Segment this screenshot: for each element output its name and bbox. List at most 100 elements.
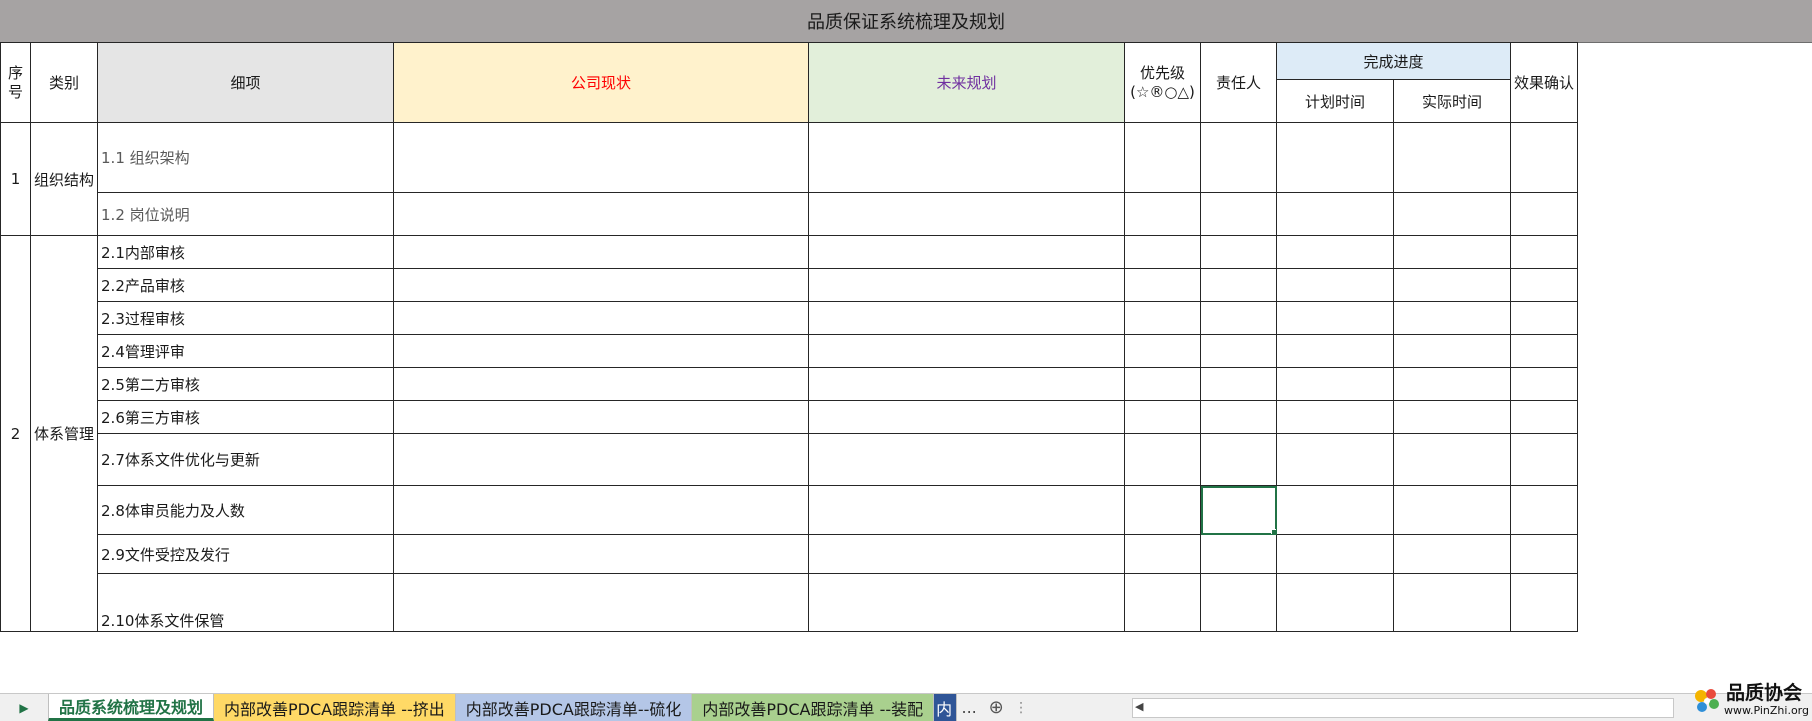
effect-cell[interactable]	[1510, 367, 1579, 401]
plan-time-cell[interactable]	[1276, 192, 1395, 236]
sheet-title[interactable]: 品质保证系统梳理及规划	[0, 0, 1812, 43]
effect-cell[interactable]	[1510, 235, 1579, 269]
effect-cell[interactable]	[1510, 122, 1579, 193]
group-seq[interactable]: 1	[0, 122, 31, 236]
plan-time-cell[interactable]	[1276, 400, 1395, 434]
group-category[interactable]: 体系管理	[29, 235, 99, 632]
detail-cell[interactable]: 2.9文件受控及发行	[97, 534, 395, 574]
effect-cell[interactable]	[1510, 192, 1579, 236]
priority-cell[interactable]	[1124, 268, 1202, 302]
future-plan-cell[interactable]	[808, 192, 1126, 236]
group-seq[interactable]: 2	[0, 235, 31, 632]
effect-cell[interactable]	[1510, 334, 1579, 368]
current-status-cell[interactable]	[393, 122, 810, 193]
actual-time-cell[interactable]	[1393, 122, 1512, 193]
current-status-cell[interactable]	[393, 485, 810, 535]
actual-time-cell[interactable]	[1393, 192, 1512, 236]
horizontal-scrollbar[interactable]: ◀	[1132, 698, 1674, 718]
fill-handle[interactable]	[1271, 529, 1276, 534]
current-status-cell[interactable]	[393, 573, 810, 632]
header-plan-time[interactable]: 计划时间	[1276, 79, 1395, 123]
plan-time-cell[interactable]	[1276, 268, 1395, 302]
owner-cell[interactable]	[1200, 367, 1278, 401]
priority-cell[interactable]	[1124, 573, 1202, 632]
plan-time-cell[interactable]	[1276, 235, 1395, 269]
owner-cell[interactable]	[1200, 573, 1278, 632]
header-priority[interactable]: 优先级(☆®○△)	[1124, 42, 1202, 123]
owner-cell[interactable]	[1200, 301, 1278, 335]
effect-cell[interactable]	[1510, 400, 1579, 434]
owner-cell[interactable]	[1200, 192, 1278, 236]
sheet-tab-vulcanization[interactable]: 内部改善PDCA跟踪清单--硫化	[455, 694, 693, 721]
owner-cell[interactable]	[1200, 534, 1278, 574]
future-plan-cell[interactable]	[808, 485, 1126, 535]
current-status-cell[interactable]	[393, 268, 810, 302]
owner-cell[interactable]	[1200, 122, 1278, 193]
detail-cell[interactable]: 2.8体审员能力及人数	[97, 485, 395, 535]
actual-time-cell[interactable]	[1393, 301, 1512, 335]
priority-cell[interactable]	[1124, 367, 1202, 401]
group-category[interactable]: 组织结构	[29, 122, 99, 236]
selected-owner-cell[interactable]	[1200, 485, 1278, 535]
current-status-cell[interactable]	[393, 192, 810, 236]
current-status-cell[interactable]	[393, 367, 810, 401]
detail-cell[interactable]: 2.5第二方审核	[97, 367, 395, 401]
detail-cell[interactable]: 2.4管理评审	[97, 334, 395, 368]
header-owner[interactable]: 责任人	[1200, 42, 1278, 123]
detail-cell[interactable]: 2.10体系文件保管	[97, 573, 395, 632]
detail-cell[interactable]: 1.2 岗位说明	[97, 192, 395, 236]
header-effect-confirm[interactable]: 效果确认	[1510, 42, 1579, 123]
detail-cell[interactable]: 2.2产品审核	[97, 268, 395, 302]
priority-cell[interactable]	[1124, 235, 1202, 269]
priority-cell[interactable]	[1124, 334, 1202, 368]
priority-cell[interactable]	[1124, 400, 1202, 434]
future-plan-cell[interactable]	[808, 573, 1126, 632]
plan-time-cell[interactable]	[1276, 485, 1395, 535]
future-plan-cell[interactable]	[808, 367, 1126, 401]
future-plan-cell[interactable]	[808, 235, 1126, 269]
effect-cell[interactable]	[1510, 534, 1579, 574]
tab-splitter-icon[interactable]: ⋮	[1011, 694, 1031, 721]
header-detail[interactable]: 细项	[97, 42, 395, 123]
detail-cell[interactable]: 2.1内部审核	[97, 235, 395, 269]
future-plan-cell[interactable]	[808, 534, 1126, 574]
owner-cell[interactable]	[1200, 334, 1278, 368]
plan-time-cell[interactable]	[1276, 534, 1395, 574]
current-status-cell[interactable]	[393, 400, 810, 434]
future-plan-cell[interactable]	[808, 268, 1126, 302]
effect-cell[interactable]	[1510, 433, 1579, 486]
plan-time-cell[interactable]	[1276, 367, 1395, 401]
detail-cell[interactable]: 2.3过程审核	[97, 301, 395, 335]
owner-cell[interactable]	[1200, 433, 1278, 486]
current-status-cell[interactable]	[393, 301, 810, 335]
owner-cell[interactable]	[1200, 400, 1278, 434]
plan-time-cell[interactable]	[1276, 301, 1395, 335]
header-seq[interactable]: 序号	[0, 42, 31, 123]
sheet-tab-assembly[interactable]: 内部改善PDCA跟踪清单 --装配	[692, 694, 935, 721]
header-category[interactable]: 类别	[29, 42, 99, 123]
more-sheets-ellipsis[interactable]: ...	[957, 694, 981, 721]
effect-cell[interactable]	[1510, 485, 1579, 535]
plan-time-cell[interactable]	[1276, 334, 1395, 368]
sheet-tab-truncated[interactable]: 内	[934, 694, 958, 721]
header-progress[interactable]: 完成进度	[1276, 42, 1512, 80]
priority-cell[interactable]	[1124, 433, 1202, 486]
effect-cell[interactable]	[1510, 573, 1579, 632]
current-status-cell[interactable]	[393, 433, 810, 486]
plan-time-cell[interactable]	[1276, 573, 1395, 632]
sheet-tab-active[interactable]: 品质系统梳理及规划	[48, 694, 215, 721]
priority-cell[interactable]	[1124, 485, 1202, 535]
add-sheet-icon[interactable]: ⊕	[981, 694, 1011, 721]
future-plan-cell[interactable]	[808, 301, 1126, 335]
current-status-cell[interactable]	[393, 334, 810, 368]
current-status-cell[interactable]	[393, 235, 810, 269]
actual-time-cell[interactable]	[1393, 334, 1512, 368]
priority-cell[interactable]	[1124, 534, 1202, 574]
owner-cell[interactable]	[1200, 268, 1278, 302]
future-plan-cell[interactable]	[808, 400, 1126, 434]
owner-cell[interactable]	[1200, 235, 1278, 269]
detail-cell[interactable]: 1.1 组织架构	[97, 122, 395, 193]
actual-time-cell[interactable]	[1393, 485, 1512, 535]
plan-time-cell[interactable]	[1276, 122, 1395, 193]
actual-time-cell[interactable]	[1393, 235, 1512, 269]
